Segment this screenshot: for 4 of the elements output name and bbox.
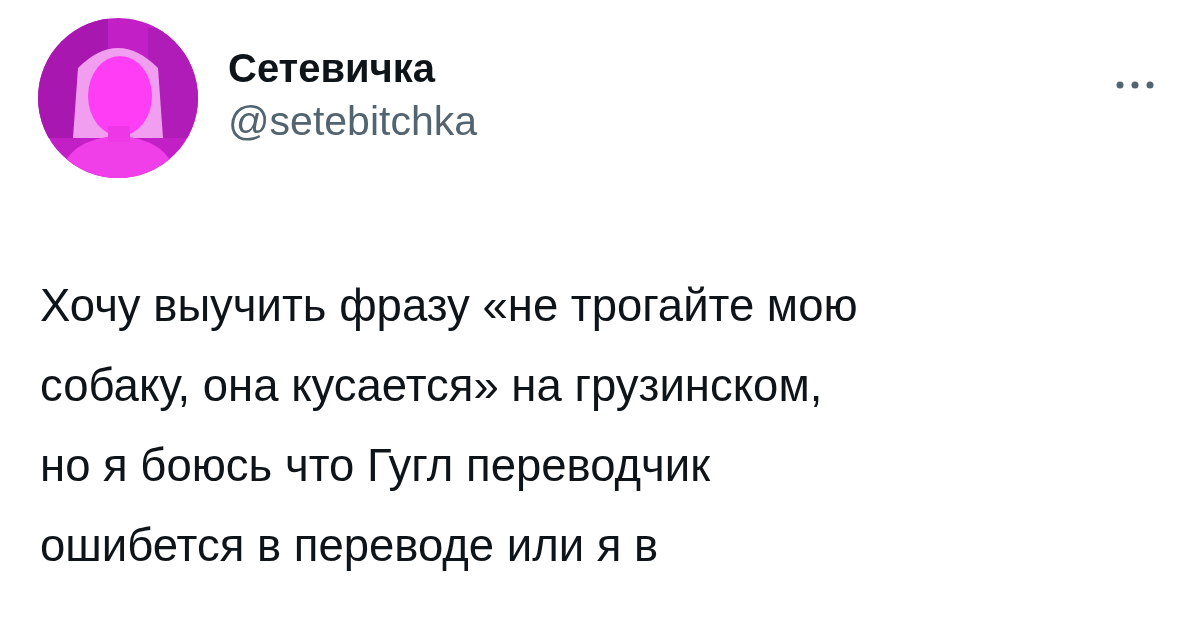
author-name[interactable]: Сетевичка bbox=[228, 42, 436, 94]
tweet-text: Хочу выучить фразу «не трогайте мою собаку, она кусается» на грузинском, но я боюсь что Гугл переводчик ошибется в переводе или я в bbox=[40, 279, 858, 573]
more-icon[interactable] bbox=[1115, 80, 1155, 90]
author-handle[interactable]: @setebitchka bbox=[228, 94, 478, 148]
